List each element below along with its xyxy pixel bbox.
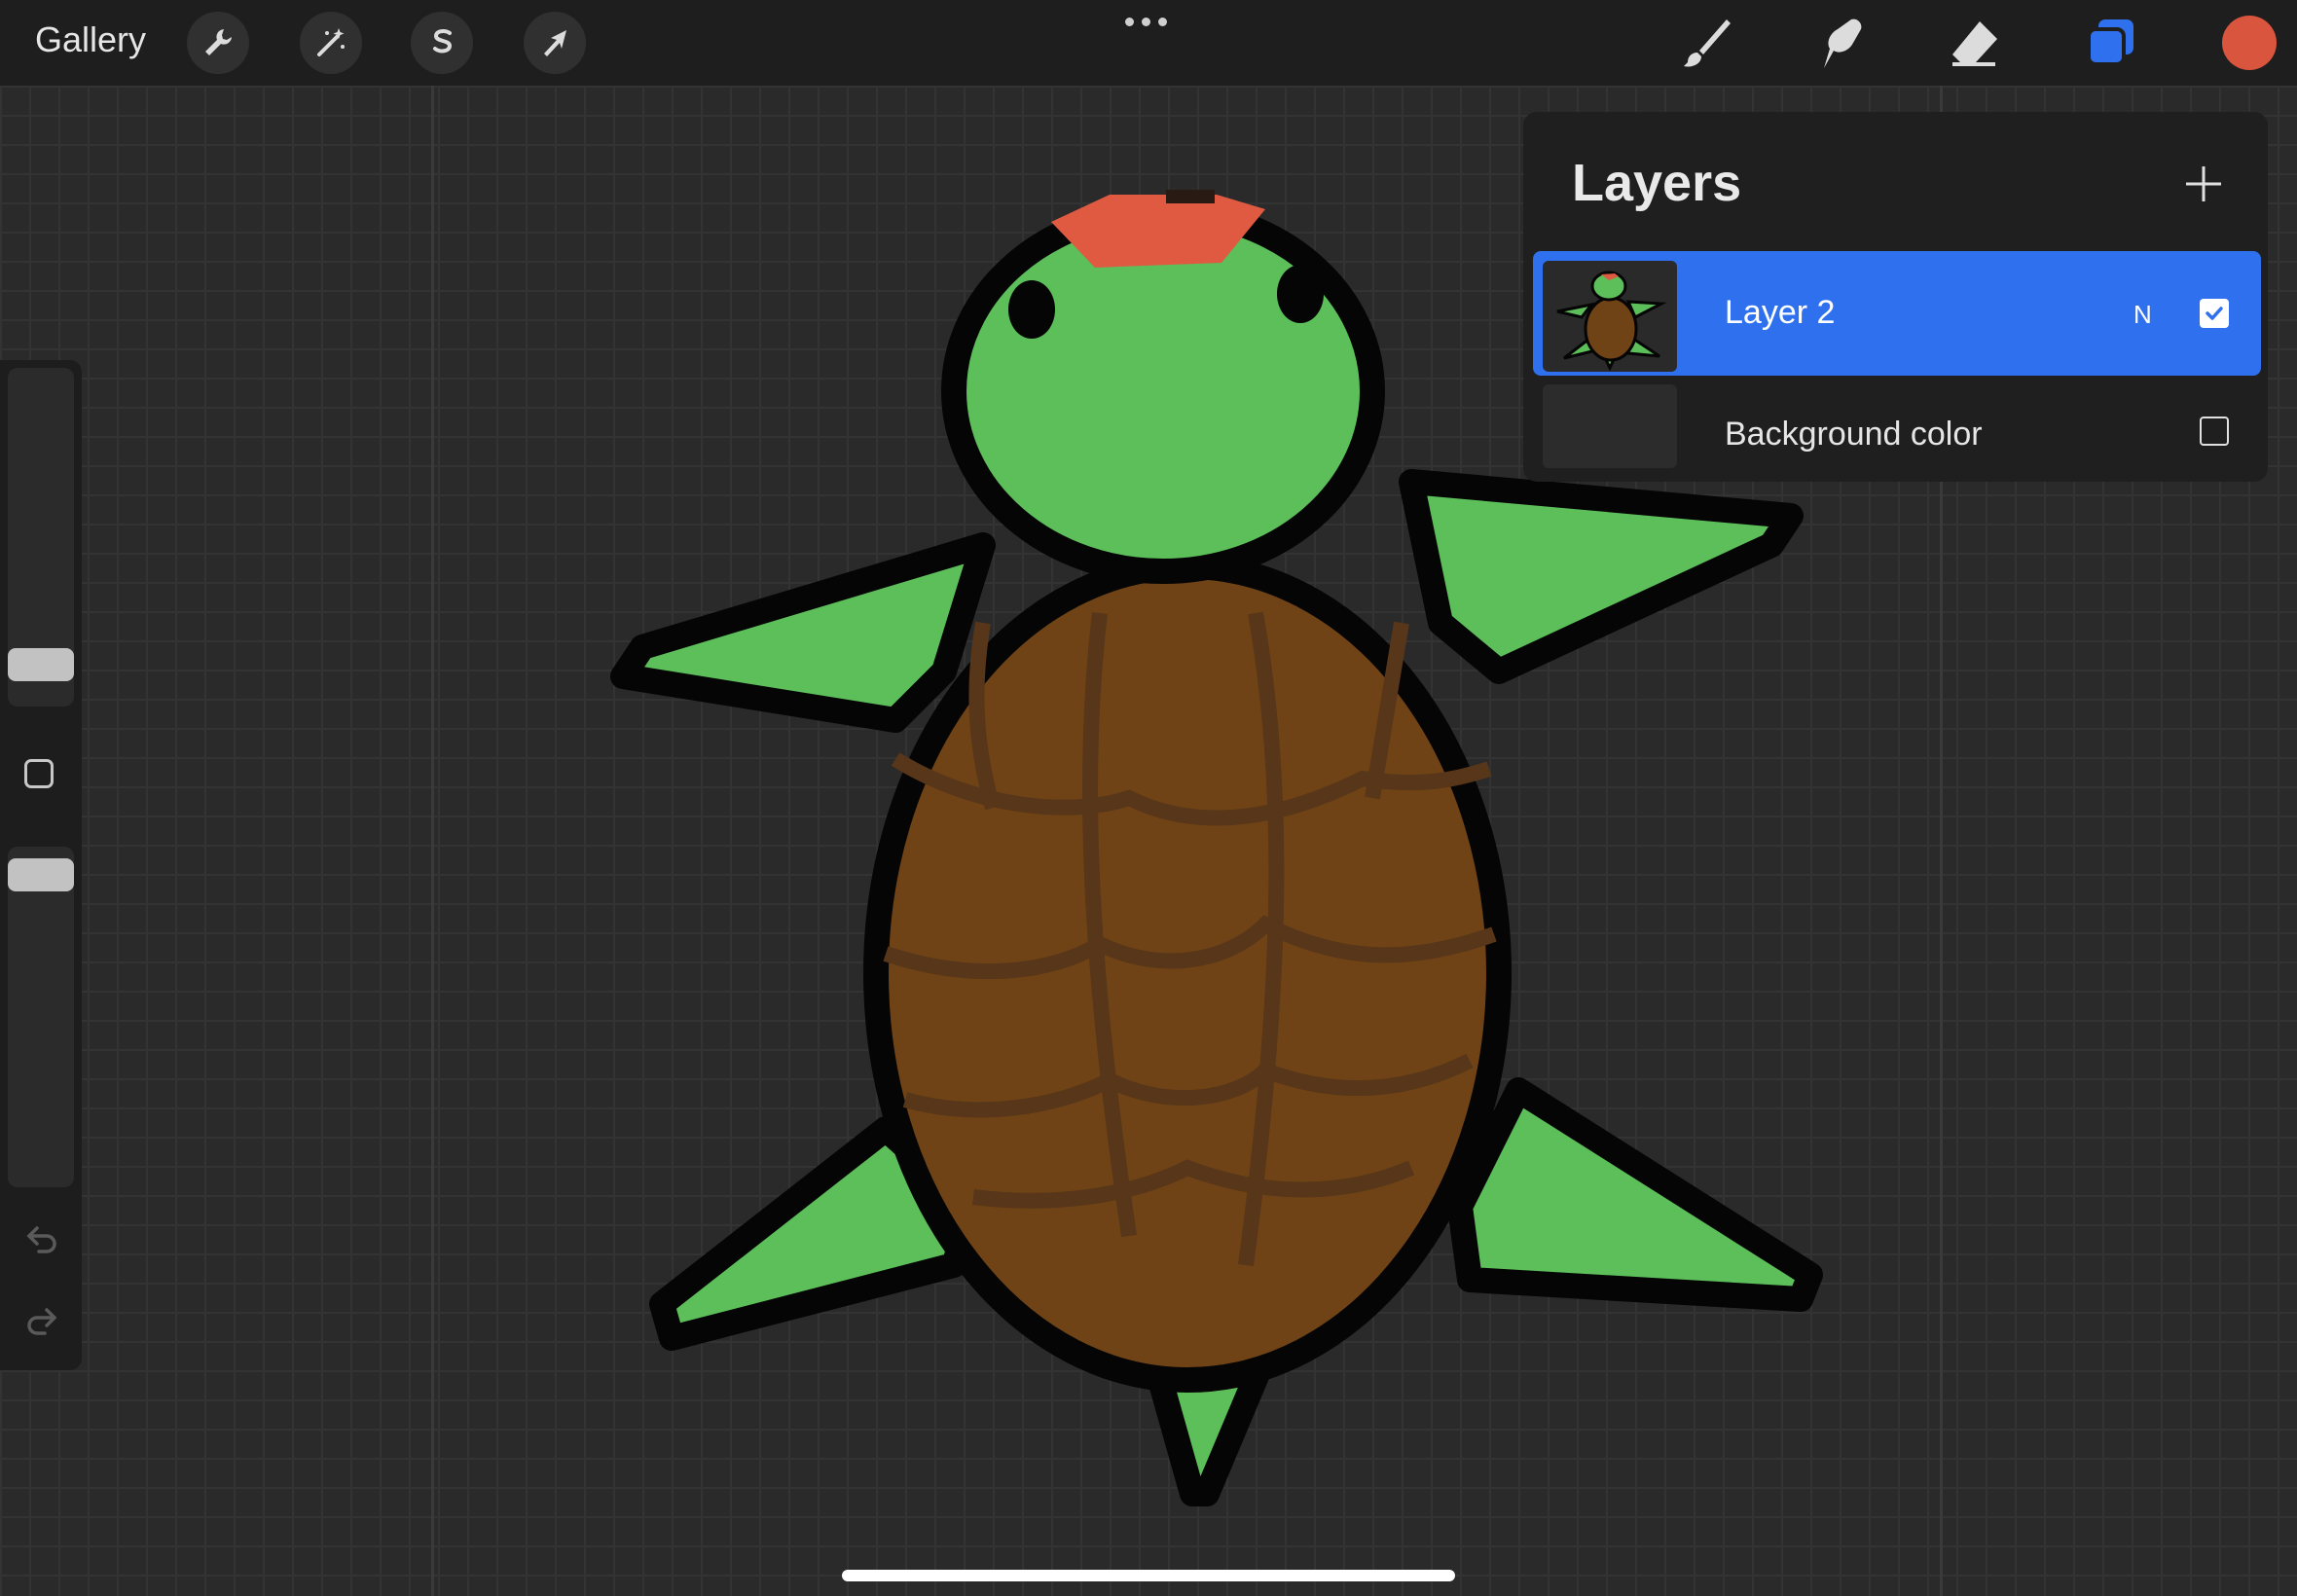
opacity-slider[interactable] [8, 847, 74, 1187]
front-left-flipper [610, 532, 996, 733]
brush-size-thumb[interactable] [8, 648, 74, 681]
layer-name: Background color [1725, 416, 1983, 453]
top-toolbar: Gallery [0, 0, 2297, 86]
layers-icon [2087, 19, 2133, 66]
layers-tool-button[interactable] [2081, 14, 2139, 72]
right-eye [1277, 265, 1324, 323]
eraser-icon [1952, 21, 1997, 66]
actions-wrench-button[interactable] [187, 12, 249, 74]
wrench-icon [205, 29, 232, 55]
layers-title: Layers [1572, 154, 1742, 212]
front-right-flipper [1399, 469, 1804, 684]
eraser-tool-button[interactable] [1945, 14, 2003, 72]
brush-icon [1684, 19, 1731, 67]
redo-icon[interactable] [23, 1300, 60, 1337]
layer-visibility-checkbox[interactable] [2200, 417, 2229, 446]
layer-row-background-color[interactable]: Background color [1533, 377, 2261, 486]
turtle-thumbnail-icon [1556, 271, 1667, 372]
background-color-swatch [1543, 384, 1677, 468]
opacity-thumb[interactable] [8, 858, 74, 891]
more-options-dots[interactable] [1125, 18, 1167, 26]
layers-panel: Layers Layer 2 N Background color [1523, 112, 2268, 482]
brush-tool-button[interactable] [1676, 14, 1734, 72]
modify-button[interactable] [24, 759, 54, 788]
left-eye [1008, 280, 1055, 339]
undo-icon[interactable] [23, 1218, 60, 1255]
blend-mode-button[interactable]: N [2133, 300, 2152, 330]
magic-wand-icon [317, 28, 345, 56]
layer-thumbnail [1543, 261, 1677, 372]
layer-visibility-checkbox[interactable] [2200, 299, 2229, 328]
transform-button[interactable] [524, 12, 586, 74]
head [941, 199, 1385, 584]
arrow-transform-icon [544, 30, 566, 56]
selection-s-icon [433, 29, 453, 54]
layer-name: Layer 2 [1725, 294, 1836, 331]
back-right-flipper [1447, 1077, 1823, 1312]
left-sidebar [0, 360, 82, 1370]
selection-button[interactable] [411, 12, 473, 74]
home-indicator [842, 1570, 1455, 1581]
color-picker-button[interactable] [2222, 16, 2277, 70]
layer-row-layer-2[interactable]: Layer 2 N [1533, 251, 2261, 376]
checkmark-icon [2206, 307, 2223, 320]
gallery-button[interactable]: Gallery [35, 19, 146, 60]
smudge-icon [1824, 18, 1862, 68]
add-layer-icon[interactable] [2180, 161, 2227, 207]
adjustments-button[interactable] [300, 12, 362, 74]
smudge-tool-button[interactable] [1810, 14, 1869, 72]
